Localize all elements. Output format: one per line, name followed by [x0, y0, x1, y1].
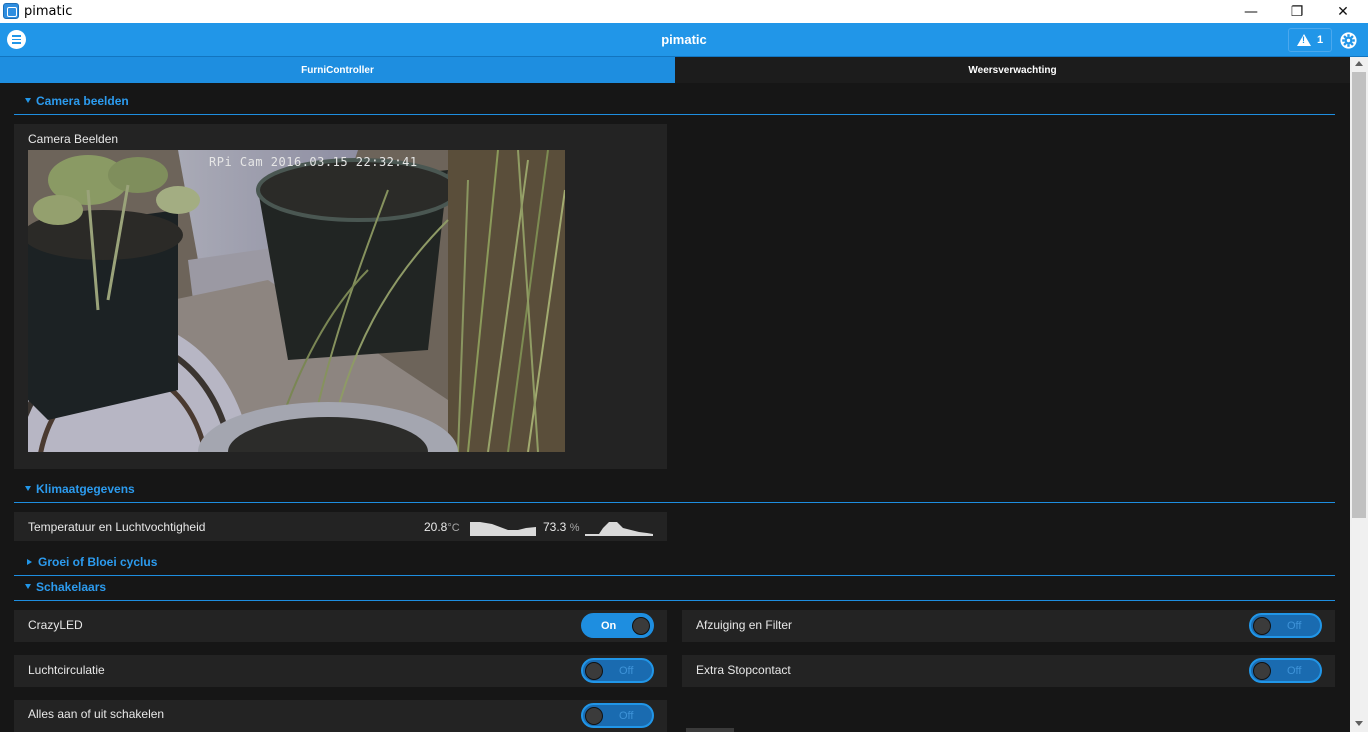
- scroll-down-icon[interactable]: [1355, 721, 1363, 726]
- maximize-button[interactable]: ❐: [1274, 0, 1320, 23]
- caret-down-icon: [25, 584, 31, 589]
- tab-weersverwachting[interactable]: Weersverwachting: [675, 57, 1350, 83]
- climate-card: Temperatuur en Luchtvochtigheid 20.8°C 7…: [14, 512, 667, 541]
- temperature-value: 20.8°C: [424, 520, 460, 534]
- caret-down-icon: [25, 486, 31, 491]
- section-climate[interactable]: Klimaatgegevens: [14, 473, 1335, 503]
- toggle-knob: [585, 707, 603, 725]
- tab-bar: FurniController Weersverwachting: [0, 57, 1350, 83]
- section-label: Klimaatgegevens: [36, 482, 135, 496]
- section-label: Schakelaars: [36, 580, 107, 594]
- toggle-knob: [585, 662, 603, 680]
- switch-row-crazyled: CrazyLED On: [14, 610, 667, 642]
- temperature-sparkline: [470, 522, 536, 536]
- window-title: pimatic: [24, 4, 73, 19]
- switch-label: Alles aan of uit schakelen: [28, 707, 165, 721]
- switch-row-stopcontact: Extra Stopcontact Off: [682, 655, 1335, 687]
- switch-label: Extra Stopcontact: [696, 663, 791, 677]
- minimize-button[interactable]: —: [1228, 0, 1274, 23]
- close-button[interactable]: ✕: [1320, 0, 1366, 23]
- switch-label: CrazyLED: [28, 618, 83, 632]
- app-icon: [3, 3, 19, 19]
- humidity-value: 73.3 %: [543, 520, 580, 534]
- scroll-up-icon[interactable]: [1355, 61, 1363, 66]
- camera-image: RPi Cam 2016.03.15 22:32:41: [28, 150, 565, 452]
- crazyled-toggle[interactable]: On: [581, 613, 654, 638]
- app-header: pimatic 1: [0, 23, 1368, 57]
- switch-label: Afzuiging en Filter: [696, 618, 793, 632]
- camera-timestamp: RPi Cam 2016.03.15 22:32:41: [209, 155, 418, 169]
- section-label: Groei of Bloei cyclus: [38, 555, 158, 569]
- alerts-button[interactable]: 1: [1288, 28, 1332, 52]
- gear-icon[interactable]: [1338, 30, 1359, 51]
- scrollbar-thumb[interactable]: [1352, 72, 1366, 518]
- card-label: Camera Beelden: [28, 132, 119, 146]
- warning-icon: [1296, 34, 1311, 46]
- switch-label: Luchtcirculatie: [28, 663, 105, 677]
- scrollbar[interactable]: [1350, 57, 1368, 732]
- section-label: Camera beelden: [36, 94, 129, 108]
- tab-furnicontroller[interactable]: FurniController: [0, 57, 675, 83]
- scroll-indicator: [686, 728, 734, 732]
- switch-row-luchtcirculatie: Luchtcirculatie Off: [14, 655, 667, 687]
- section-switches[interactable]: Schakelaars: [14, 571, 1335, 601]
- switch-row-afzuiging: Afzuiging en Filter Off: [682, 610, 1335, 642]
- toggle-knob: [1253, 662, 1271, 680]
- stopcontact-toggle[interactable]: Off: [1249, 658, 1322, 683]
- caret-down-icon: [25, 98, 31, 103]
- luchtcirculatie-toggle[interactable]: Off: [581, 658, 654, 683]
- toggle-knob: [1253, 617, 1271, 635]
- section-camera[interactable]: Camera beelden: [14, 85, 1335, 115]
- toggle-knob: [632, 617, 650, 635]
- card-label: Temperatuur en Luchtvochtigheid: [28, 520, 206, 534]
- page-title: pimatic: [661, 32, 707, 47]
- alles-toggle[interactable]: Off: [581, 703, 654, 728]
- humidity-sparkline: [585, 522, 653, 536]
- alert-count: 1: [1316, 34, 1324, 46]
- afzuiging-toggle[interactable]: Off: [1249, 613, 1322, 638]
- window-titlebar: pimatic — ❐ ✕: [0, 0, 1368, 23]
- switch-row-alles: Alles aan of uit schakelen Off: [14, 700, 667, 732]
- caret-right-icon: [27, 559, 32, 565]
